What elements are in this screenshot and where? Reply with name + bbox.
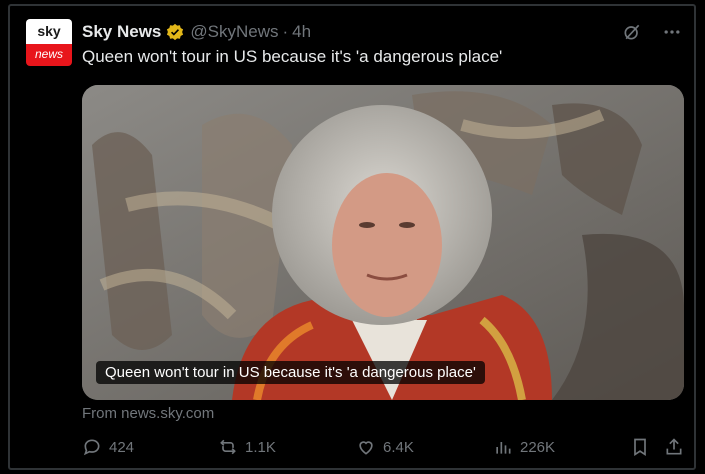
reply-button[interactable]: 424 [82, 437, 134, 457]
bookmark-button[interactable] [630, 437, 650, 457]
reply-count: 424 [109, 438, 135, 456]
like-icon [359, 441, 373, 455]
reply-icon [83, 439, 100, 456]
tweet-text: Queen won't tour in US because it's 'a d… [82, 47, 503, 66]
account-handle[interactable]: @SkyNews [190, 22, 278, 42]
views-icon [496, 442, 511, 454]
share-button[interactable] [664, 437, 684, 457]
separator-dot: · [282, 22, 289, 41]
photo [82, 85, 684, 400]
tweet-time[interactable]: 4h [292, 22, 311, 42]
avatar-logo-bottom: news [26, 44, 72, 66]
views-button[interactable]: 226K [493, 437, 555, 457]
like-button[interactable]: 6.4K [356, 437, 414, 457]
avatar-logo-top: sky [26, 19, 72, 44]
bookmark-icon [634, 438, 646, 457]
avatar[interactable]: sky news [26, 19, 72, 66]
tweet-header: Sky News @SkyNews · 4h [82, 20, 311, 44]
verified-badge-icon[interactable] [166, 23, 184, 41]
media-caption: Queen won't tour in US because it's 'a d… [96, 361, 485, 384]
views-count: 226K [520, 438, 556, 456]
action-bar: 424 1.1K 6.4K 226K [82, 437, 686, 463]
tweet-image[interactable]: Queen won't tour in US because it's 'a d… [82, 85, 684, 400]
grok-icon[interactable] [621, 21, 643, 43]
like-count: 6.4K [383, 438, 414, 456]
repost-icon [220, 439, 236, 455]
more-icon[interactable] [661, 21, 683, 43]
link-source[interactable]: From news.sky.com [82, 405, 214, 422]
repost-button[interactable]: 1.1K [218, 437, 276, 457]
repost-count: 1.1K [245, 438, 276, 456]
account-name[interactable]: Sky News [82, 22, 161, 42]
share-icon [666, 438, 682, 455]
